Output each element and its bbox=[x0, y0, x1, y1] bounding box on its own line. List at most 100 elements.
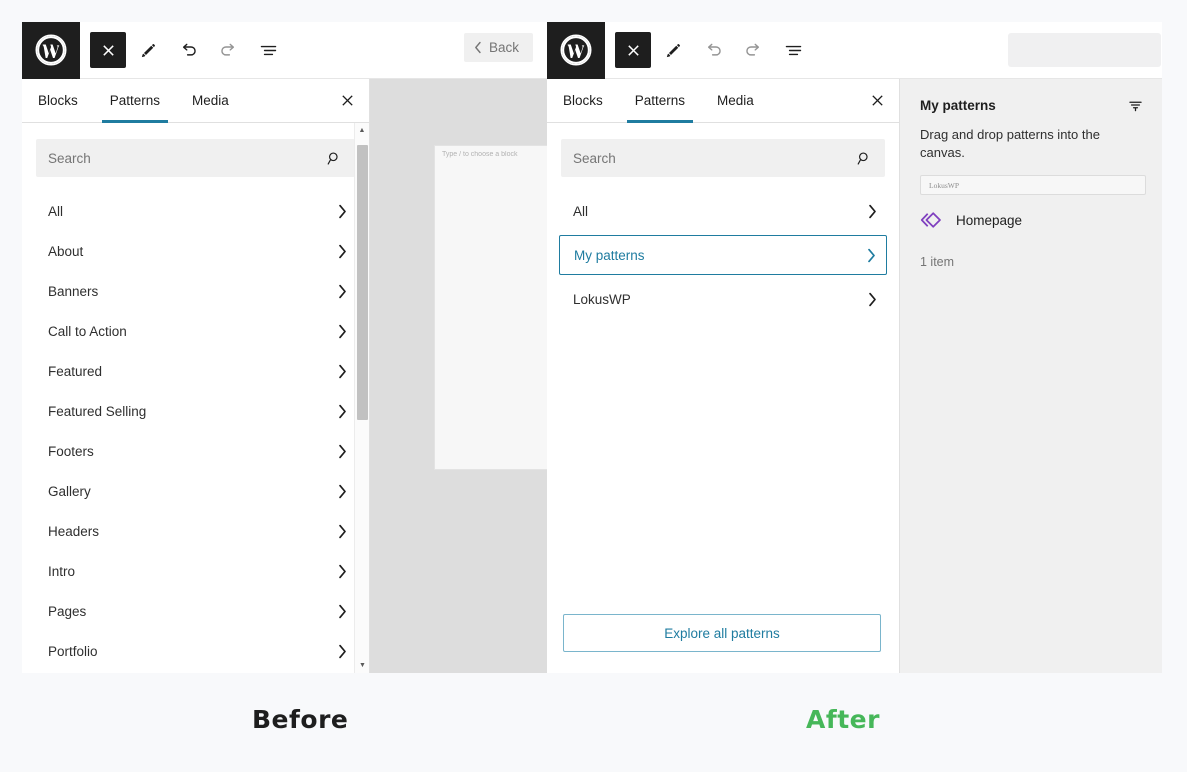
caret-down-icon[interactable]: ▼ bbox=[355, 658, 370, 673]
pattern-category-label: LokusWP bbox=[573, 291, 631, 307]
before-category-list: All About Banners Call to Action Featured Fea… bbox=[22, 177, 369, 671]
before-inserter-panel: Blocks Patterns Media Search All About B… bbox=[22, 79, 370, 673]
close-inserter-icon[interactable] bbox=[855, 79, 899, 122]
pattern-category-label: Featured bbox=[48, 363, 103, 379]
tab-media-label: Media bbox=[192, 93, 229, 108]
tab-media[interactable]: Media bbox=[176, 79, 245, 122]
close-icon[interactable] bbox=[90, 32, 126, 68]
after-inserter-panel: Blocks Patterns Media Search All My patt… bbox=[547, 79, 900, 673]
pattern-category-label: Portfolio bbox=[48, 643, 98, 659]
pattern-category-item[interactable]: All bbox=[547, 191, 899, 231]
pattern-category-item[interactable]: Portfolio bbox=[22, 631, 369, 671]
tab-media[interactable]: Media bbox=[701, 79, 770, 122]
pattern-category-item[interactable]: Footers bbox=[22, 431, 369, 471]
pattern-category-label: Featured Selling bbox=[48, 403, 147, 419]
search-placeholder: Search bbox=[48, 150, 91, 166]
before-canvas-page: Type / to choose a block bbox=[434, 145, 558, 470]
pattern-name: Homepage bbox=[956, 212, 1023, 228]
pattern-category-label: All bbox=[573, 203, 589, 219]
pattern-category-label: About bbox=[48, 243, 84, 259]
redo-icon[interactable] bbox=[210, 32, 246, 68]
pattern-category-item[interactable]: All bbox=[22, 191, 369, 231]
pattern-category-label: Banners bbox=[48, 283, 99, 299]
pattern-category-label: Footers bbox=[48, 443, 94, 459]
before-canvas: Type / to choose a block bbox=[370, 79, 558, 673]
pattern-category-item[interactable]: Featured bbox=[22, 351, 369, 391]
tab-blocks-label: Blocks bbox=[38, 93, 78, 108]
chevron-left-icon bbox=[474, 41, 482, 54]
tab-patterns-label: Patterns bbox=[634, 93, 686, 108]
sidebar-description: Drag and drop patterns into the canvas. bbox=[920, 127, 1100, 160]
pattern-count: 1 item bbox=[920, 255, 955, 270]
back-label: Back bbox=[488, 40, 519, 55]
pattern-category-label: Pages bbox=[48, 603, 87, 619]
pattern-category-item[interactable]: Gallery bbox=[22, 471, 369, 511]
list-view-icon[interactable] bbox=[775, 32, 811, 68]
pattern-category-item-selected[interactable]: My patterns bbox=[559, 235, 887, 275]
chevron-right-icon bbox=[338, 564, 347, 579]
sidebar-header: My patterns bbox=[900, 79, 1162, 114]
back-button[interactable]: Back bbox=[463, 33, 533, 62]
tab-media-label: Media bbox=[717, 93, 754, 108]
caption-after: After bbox=[806, 705, 880, 734]
wordpress-logo-icon[interactable] bbox=[22, 21, 80, 79]
after-category-list: All My patterns LokusWP bbox=[547, 177, 899, 319]
filter-icon[interactable] bbox=[1127, 97, 1144, 114]
pattern-source-value: LokusWP bbox=[929, 180, 959, 190]
explore-all-patterns-label: Explore all patterns bbox=[664, 625, 780, 641]
pattern-category-item[interactable]: Banners bbox=[22, 271, 369, 311]
scrollbar-thumb[interactable] bbox=[357, 145, 368, 420]
before-editor-toolbar: Back bbox=[22, 21, 547, 79]
pattern-category-label: All bbox=[48, 203, 64, 219]
pattern-category-item[interactable]: Headers bbox=[22, 511, 369, 551]
wordpress-logo-icon[interactable] bbox=[547, 21, 605, 79]
list-item[interactable]: Homepage bbox=[900, 195, 1162, 231]
tab-patterns[interactable]: Patterns bbox=[619, 79, 701, 123]
search-input[interactable]: Search bbox=[561, 139, 885, 177]
pencil-icon[interactable] bbox=[655, 32, 691, 68]
close-icon[interactable] bbox=[615, 32, 651, 68]
before-search-wrap: Search bbox=[22, 123, 369, 177]
chevron-right-icon bbox=[338, 204, 347, 219]
pattern-category-item[interactable]: About bbox=[22, 231, 369, 271]
sidebar-title: My patterns bbox=[920, 98, 996, 113]
chevron-right-icon bbox=[868, 292, 877, 307]
undo-icon[interactable] bbox=[170, 32, 206, 68]
chevron-right-icon bbox=[868, 204, 877, 219]
search-icon bbox=[326, 150, 343, 167]
before-panel-scrollbar[interactable]: ▲ ▼ bbox=[354, 123, 369, 673]
close-inserter-icon[interactable] bbox=[325, 79, 369, 122]
redo-icon[interactable] bbox=[735, 32, 771, 68]
pattern-category-item[interactable]: Call to Action bbox=[22, 311, 369, 351]
pattern-category-item[interactable]: Intro bbox=[22, 551, 369, 591]
chevron-right-icon bbox=[338, 604, 347, 619]
undo-icon[interactable] bbox=[695, 32, 731, 68]
pattern-source-field[interactable]: LokusWP bbox=[920, 175, 1146, 196]
tab-patterns[interactable]: Patterns bbox=[94, 79, 176, 123]
list-view-icon[interactable] bbox=[250, 32, 286, 68]
chevron-right-icon bbox=[338, 644, 347, 659]
after-editor: Blocks Patterns Media Search All My patt… bbox=[547, 21, 1162, 673]
chevron-right-icon bbox=[338, 524, 347, 539]
pattern-category-item[interactable]: LokusWP bbox=[547, 279, 899, 319]
after-search-wrap: Search bbox=[547, 123, 899, 177]
canvas-block-hint: Type / to choose a block bbox=[442, 151, 518, 158]
explore-all-patterns-button[interactable]: Explore all patterns bbox=[563, 614, 881, 652]
caret-up-icon[interactable]: ▲ bbox=[355, 123, 369, 138]
pencil-icon[interactable] bbox=[130, 32, 166, 68]
tab-patterns-label: Patterns bbox=[109, 93, 161, 108]
before-editor: Back Type / to choose a block Blocks Pat… bbox=[22, 21, 558, 673]
my-patterns-sidebar: My patterns Drag and drop patterns into … bbox=[900, 79, 1162, 673]
tab-blocks[interactable]: Blocks bbox=[22, 79, 94, 122]
pattern-category-item[interactable]: Pages bbox=[22, 591, 369, 631]
after-editor-toolbar bbox=[547, 21, 1162, 79]
caption-before: Before bbox=[252, 705, 349, 734]
chevron-right-icon bbox=[338, 284, 347, 299]
toolbar-placeholder-block bbox=[1008, 33, 1161, 67]
search-input[interactable]: Search bbox=[36, 139, 355, 177]
pattern-category-item[interactable]: Featured Selling bbox=[22, 391, 369, 431]
search-icon bbox=[856, 150, 873, 167]
comparison-stage: Back Type / to choose a block Blocks Pat… bbox=[0, 0, 1187, 772]
pattern-category-label: Gallery bbox=[48, 483, 91, 499]
tab-blocks[interactable]: Blocks bbox=[547, 79, 619, 122]
